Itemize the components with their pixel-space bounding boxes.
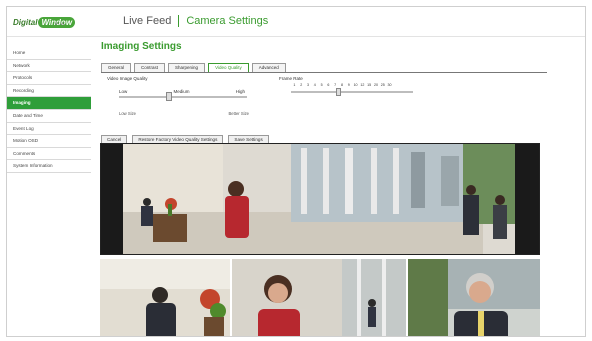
frame-rate-tick: 9 — [347, 83, 350, 87]
tab-sharpening[interactable]: Sharpening — [168, 63, 206, 72]
settings-tabs: General Contrast Sharpening Video Qualit… — [101, 63, 547, 73]
sidebar-item-protocols[interactable]: Protocols — [7, 72, 91, 85]
camera-view-grid — [100, 259, 540, 336]
camera-scene-1 — [100, 259, 230, 336]
frame-rate-slider-thumb[interactable] — [336, 88, 341, 96]
frame-rate-tick: 20 — [373, 83, 378, 87]
nav-live-feed[interactable]: Live Feed — [123, 15, 171, 27]
frame-rate-tick: 4 — [313, 83, 316, 87]
tab-advanced[interactable]: Advanced — [251, 63, 286, 72]
header: Digital Window IP-14 Live Feed Camera Se… — [7, 7, 585, 37]
level-medium: Medium — [173, 89, 190, 94]
frame-rate-tick: 2 — [300, 83, 303, 87]
video-quality-range-labels: Low Size Better Size — [119, 111, 249, 116]
frame-rate-tick: 12 — [360, 83, 365, 87]
sidebar-item-date-time[interactable]: Date and Time — [7, 109, 91, 123]
frame-rate-slider-track[interactable] — [291, 91, 413, 93]
sidebar-item-network[interactable]: Network — [7, 59, 91, 73]
video-quality-panel: Video Image Quality Low Medium High Low … — [107, 75, 547, 133]
app-window: Digital Window IP-14 Live Feed Camera Se… — [6, 6, 586, 337]
frame-rate-tick: 25 — [380, 83, 385, 87]
sidebar-item-recording[interactable]: Recording — [7, 84, 91, 98]
sidebar-item-event-log[interactable]: Event Log — [7, 122, 91, 136]
frame-rate-label: Frame Rate — [279, 76, 303, 81]
video-quality-slider-track[interactable] — [119, 96, 247, 98]
camera-view-2[interactable] — [232, 259, 408, 336]
video-quality-slider-thumb[interactable] — [166, 92, 172, 101]
camera-scene-2 — [232, 259, 406, 336]
sidebar-item-home[interactable]: Home — [7, 47, 91, 60]
camera-view-3[interactable] — [408, 259, 540, 336]
brand-logo: Digital Window — [13, 13, 76, 31]
frame-rate-tick: 7 — [334, 83, 337, 87]
brand-tagline: IP-14 — [55, 21, 65, 26]
sidebar: Home Network Protocols Recording Imaging… — [7, 47, 91, 173]
video-quality-min-label: Low Size — [119, 111, 136, 116]
frame-rate-ticks: 1 2 3 4 5 6 7 8 9 10 12 15 20 25 30 — [291, 83, 393, 87]
level-low: Low — [119, 89, 128, 94]
video-quality-max-label: Better Size — [228, 111, 249, 116]
frame-rate-tick: 30 — [387, 83, 392, 87]
top-navigation: Live Feed Camera Settings — [123, 15, 268, 27]
frame-rate-tick: 3 — [306, 83, 309, 87]
sidebar-item-imaging[interactable]: Imaging — [7, 97, 91, 110]
frame-rate-tick: 10 — [353, 83, 358, 87]
tab-contrast[interactable]: Contrast — [134, 63, 166, 72]
sidebar-item-motion-osd[interactable]: Motion OSD — [7, 135, 91, 148]
brand-name-part1: Digital — [13, 17, 38, 27]
video-quality-label: Video Image Quality — [107, 76, 148, 81]
frame-rate-tick: 8 — [340, 83, 343, 87]
sidebar-item-system-information[interactable]: System Information — [7, 160, 91, 173]
camera-view-1[interactable] — [100, 259, 232, 336]
panoramic-video-feed[interactable] — [100, 143, 540, 255]
frame-rate-tick: 6 — [327, 83, 330, 87]
tab-video-quality[interactable]: Video Quality — [208, 63, 249, 72]
frame-rate-tick: 15 — [367, 83, 372, 87]
nav-camera-settings[interactable]: Camera Settings — [186, 15, 268, 27]
level-high: High — [235, 89, 245, 94]
frame-rate-tick: 1 — [293, 83, 296, 87]
panoramic-scene — [101, 144, 539, 254]
tab-general[interactable]: General — [101, 63, 132, 72]
page-title: Imaging Settings — [101, 41, 182, 52]
video-quality-levels: Low Medium High — [119, 89, 245, 94]
sidebar-item-comments[interactable]: Comments — [7, 147, 91, 161]
frame-rate-tick: 5 — [320, 83, 323, 87]
nav-separator — [178, 15, 180, 27]
main-content: Imaging Settings General Contrast Sharpe… — [101, 41, 547, 145]
camera-scene-3 — [408, 259, 540, 336]
